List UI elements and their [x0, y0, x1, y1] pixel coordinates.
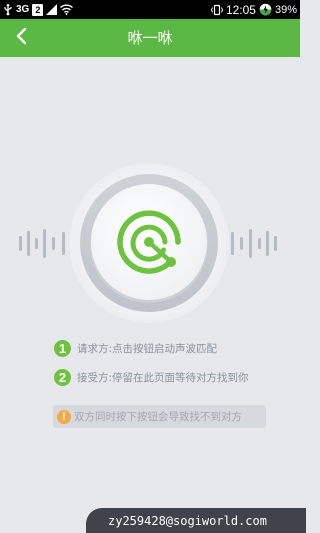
page-title: 咻一咻 [127, 29, 173, 47]
status-right: 12:05 39% [210, 2, 297, 17]
instruction-text: 接受方:停留在此页面等待对方找到你 [77, 371, 249, 384]
step-number-badge: 1 [54, 339, 71, 357]
instruction-item-2: 2 接受方:停留在此页面等待对方找到你 [54, 368, 249, 386]
network-type: 3G [16, 4, 30, 15]
usb-icon [3, 3, 13, 16]
signal-icon [46, 4, 58, 15]
warning-box: ! 双方同时按下按钮会导致找不到对方 [53, 405, 266, 428]
wifi-icon [60, 4, 74, 15]
instruction-item-1: 1 请求方:点击按钮启动声波匹配 [54, 339, 217, 357]
clock: 12:05 [225, 2, 256, 17]
instruction-text: 请求方:点击按钮启动声波匹配 [77, 342, 218, 355]
sound-wave-left-icon [19, 229, 65, 258]
title-bar: 咻一咻 [0, 19, 300, 57]
step-number-badge: 2 [54, 368, 71, 386]
radar-stage [0, 155, 300, 325]
status-bar: 3G 2 12:05 39% [0, 0, 300, 19]
watermark: zy259428@sogiworld.com [86, 508, 306, 533]
battery-icon [259, 3, 272, 16]
match-button[interactable] [90, 184, 208, 303]
sim-indicator: 2 [32, 3, 44, 16]
warning-text: 双方同时按下按钮会导致找不到对方 [74, 411, 242, 423]
status-left: 3G 2 [3, 2, 74, 17]
warning-icon: ! [57, 409, 71, 424]
vibrate-icon [210, 4, 223, 16]
battery-level: 39% [274, 3, 297, 16]
sound-wave-right-icon [231, 229, 277, 258]
